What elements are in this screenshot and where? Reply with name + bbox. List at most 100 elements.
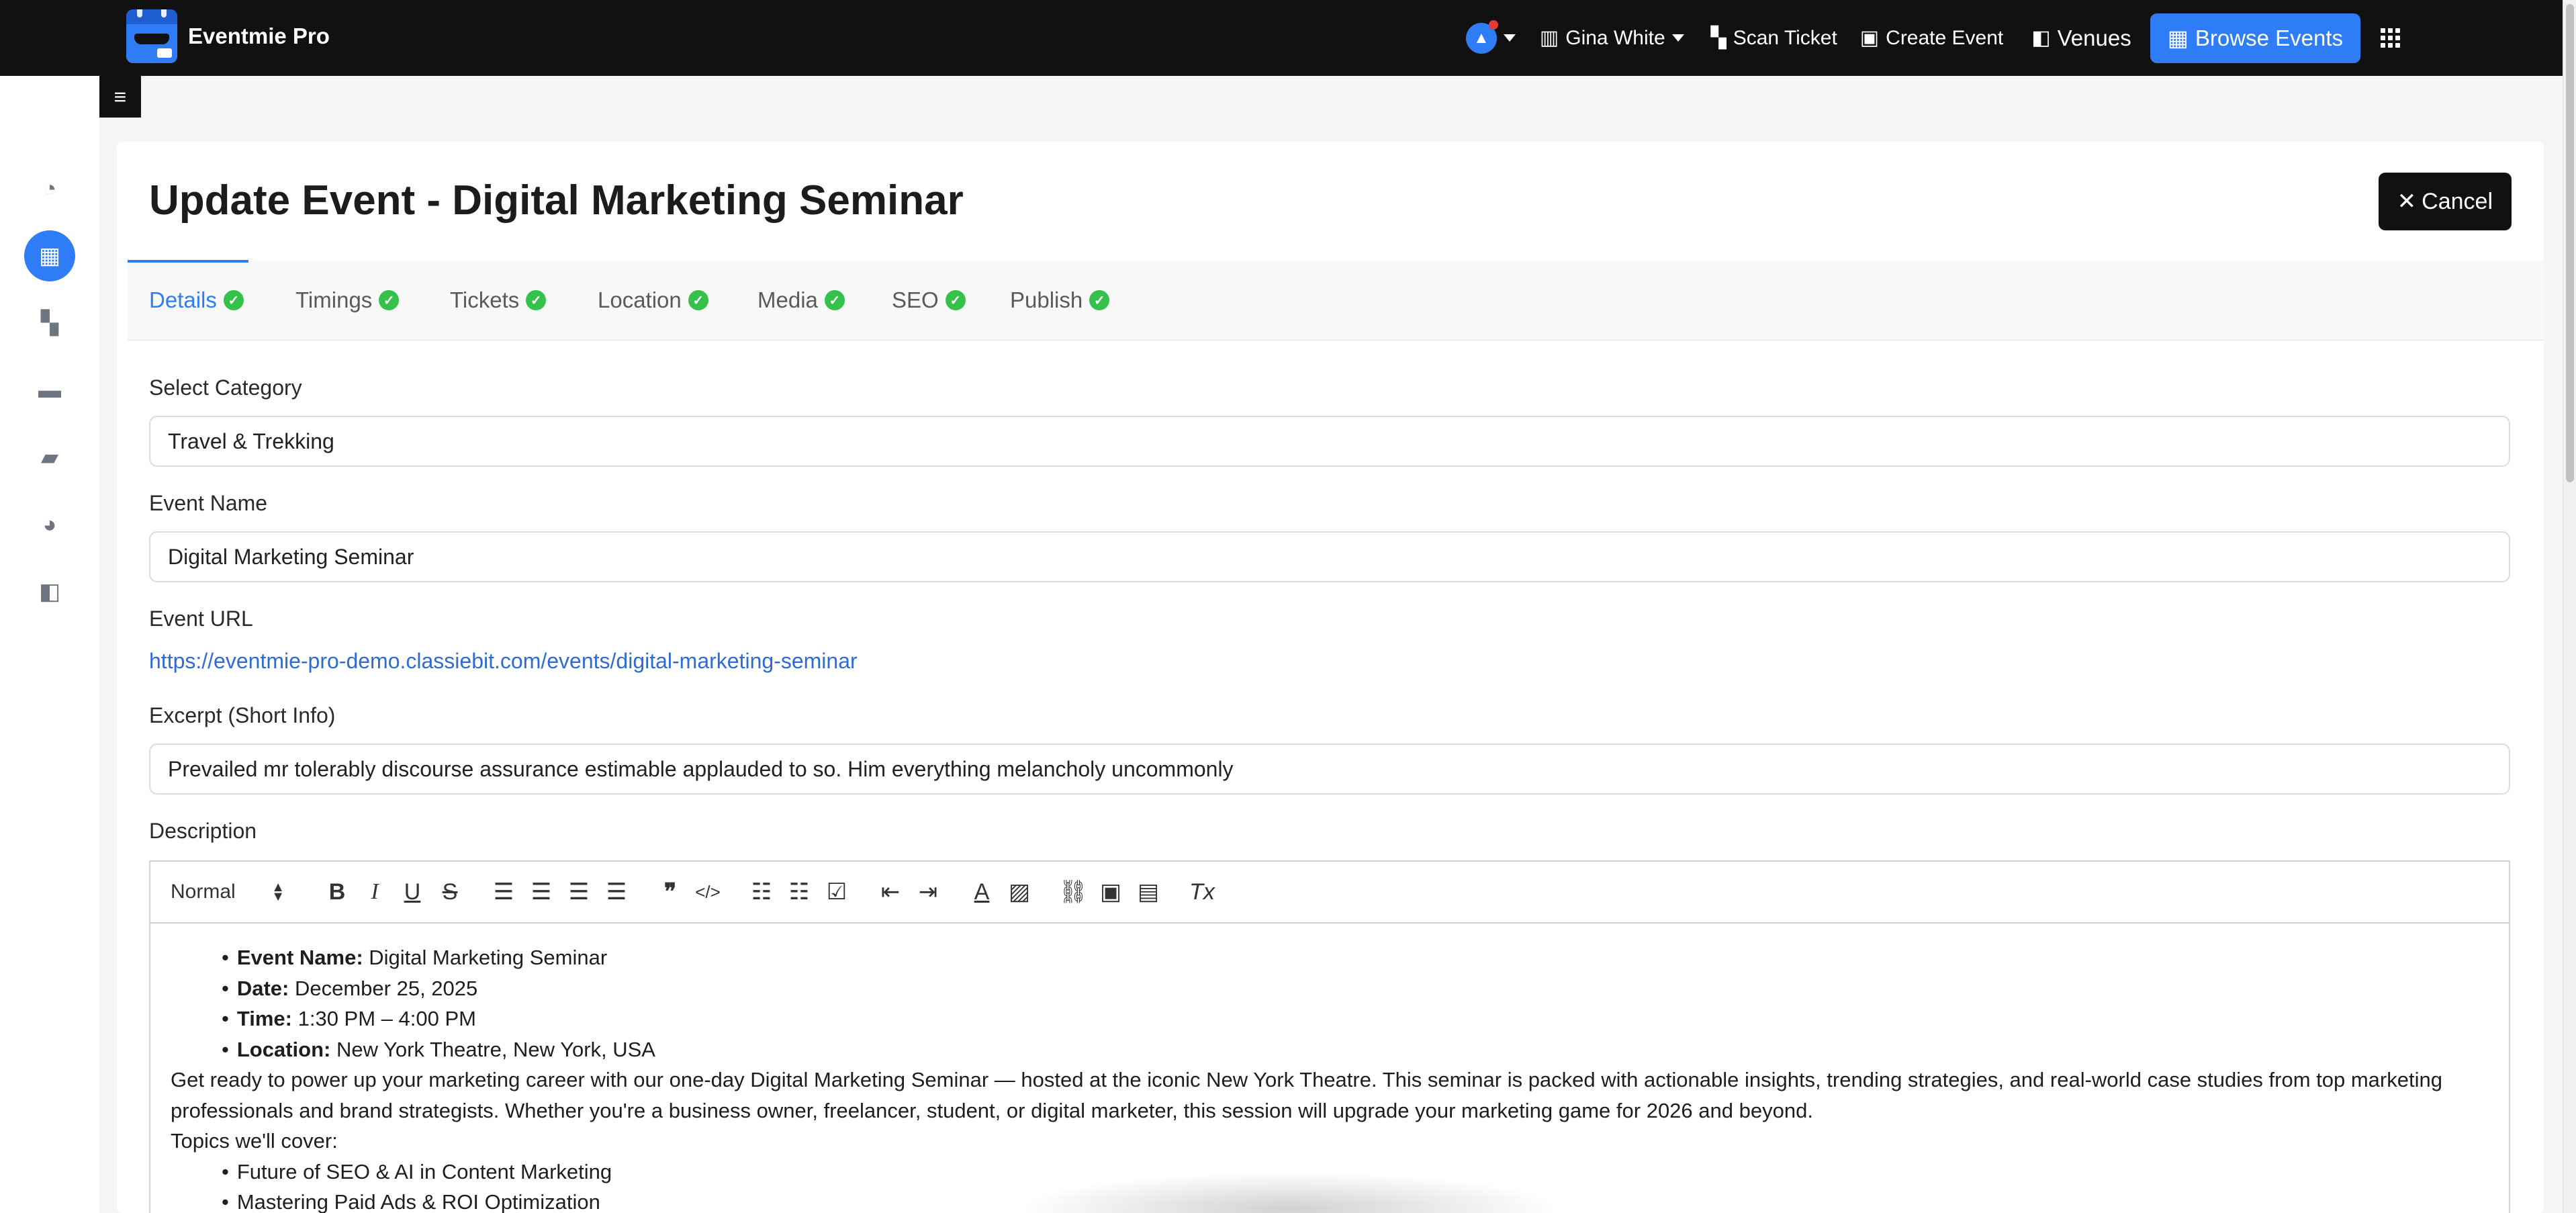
browse-events-label: Browse Events	[2195, 25, 2343, 50]
description-editor: Normal ▲ ▼ B I U S ☰ ☰ ☰ ☰ ❞ </> ☷ ☷ ☑ ⇤ …	[149, 860, 2510, 1213]
brand[interactable]: Eventmie Pro	[126, 9, 330, 63]
underline-icon[interactable]: U	[394, 879, 431, 905]
bell-icon[interactable]: ▲	[1465, 19, 1498, 54]
notifications-dropdown[interactable]: ▲	[1465, 19, 1516, 54]
check-circle-icon: ✓	[688, 290, 708, 310]
cancel-button[interactable]: ✕ Cancel	[2378, 173, 2512, 230]
link-icon[interactable]: ⛓	[1054, 879, 1092, 905]
tab-location[interactable]: Location ✓	[598, 280, 708, 320]
detail-key: Location:	[236, 1037, 331, 1061]
tab-seo[interactable]: SEO ✓	[892, 280, 966, 320]
scroll-thumb[interactable]	[2566, 4, 2574, 482]
description-label: Description	[149, 819, 257, 843]
top-navbar: Eventmie Pro ▲ ▥ Gina White ▚ Scan Ticke…	[0, 0, 2563, 76]
tab-timings[interactable]: Timings ✓	[295, 280, 400, 320]
editor-toolbar: Normal ▲ ▼ B I U S ☰ ☰ ☰ ☰ ❞ </> ☷ ☷ ☑ ⇤ …	[150, 862, 2509, 924]
bullet-list-icon[interactable]: ☷	[780, 879, 818, 905]
description-paragraph: Get ready to power up your marketing car…	[171, 1068, 2442, 1122]
qr-scan-icon[interactable]: ▚	[24, 298, 75, 349]
brand-logo-icon	[126, 9, 177, 63]
clear-format-icon[interactable]: Tx	[1183, 879, 1221, 905]
tab-label: Location	[598, 287, 682, 312]
bold-icon[interactable]: B	[318, 879, 356, 905]
venues-link[interactable]: ◧ Venues	[2031, 26, 2131, 51]
building-icon: ▥	[1539, 27, 1559, 49]
calendar-plus-icon: ▣	[1859, 27, 1880, 49]
brand-name[interactable]: Eventmie Pro	[188, 24, 330, 49]
indent-icon[interactable]: ⇥	[909, 879, 947, 905]
list-item: Date: December 25, 2025	[171, 973, 2489, 1004]
page-scrollbar[interactable]	[2563, 0, 2576, 1213]
check-circle-icon: ✓	[526, 290, 547, 310]
align-center-icon[interactable]: ☰	[522, 879, 560, 905]
text-color-icon[interactable]: A	[963, 879, 1001, 905]
update-event-card: Update Event - Digital Marketing Seminar…	[117, 142, 2544, 1213]
tab-label: Media	[757, 287, 818, 312]
create-event-label: Create Event	[1886, 26, 2004, 49]
blockquote-icon[interactable]: ❞	[651, 879, 689, 905]
user-menu[interactable]: ▥ Gina White	[1540, 26, 1684, 50]
check-circle-icon: ✓	[223, 290, 244, 310]
image-icon[interactable]: ▣	[1092, 879, 1130, 905]
floating-panel-shadow	[994, 1169, 1585, 1213]
align-right-icon[interactable]: ☰	[560, 879, 598, 905]
scan-ticket-label: Scan Ticket	[1733, 26, 1837, 49]
outdent-icon[interactable]: ⇤	[872, 879, 909, 905]
create-event-link[interactable]: ▣ Create Event	[1860, 26, 2003, 50]
event-name-label: Event Name	[149, 491, 268, 515]
list-item: Location: New York Theatre, New York, US…	[171, 1034, 2489, 1065]
video-icon[interactable]: ▤	[1130, 879, 1167, 905]
detail-value: Digital Marketing Seminar	[363, 946, 608, 969]
wallet-icon[interactable]: ▰	[24, 432, 75, 483]
map-icon: ◧	[2031, 27, 2051, 49]
category-label: Select Category	[149, 375, 302, 400]
event-url-label: Event URL	[149, 606, 253, 631]
active-tab-indicator	[128, 260, 248, 263]
event-name-input[interactable]: Digital Marketing Seminar	[149, 531, 2510, 582]
code-block-icon[interactable]: </>	[689, 882, 727, 903]
dashboard-icon[interactable]: ◔	[24, 163, 75, 214]
event-url-link[interactable]: https://eventmie-pro-demo.classiebit.com…	[149, 649, 858, 674]
ticket-icon[interactable]: ▬	[24, 365, 75, 416]
detail-value: New York Theatre, New York, USA	[330, 1037, 655, 1061]
format-select-value: Normal	[171, 881, 236, 903]
tab-details[interactable]: Details ✓	[149, 280, 244, 320]
chevron-down-icon	[1671, 34, 1684, 42]
ordered-list-icon[interactable]: ☷	[743, 879, 780, 905]
format-select[interactable]: Normal ▲ ▼	[171, 881, 285, 903]
tab-media[interactable]: Media ✓	[757, 280, 845, 320]
browse-events-button[interactable]: ▦ Browse Events	[2150, 13, 2360, 63]
topics-heading: Topics we'll cover:	[171, 1129, 338, 1153]
tab-label: Details	[149, 287, 217, 312]
tab-label: SEO	[892, 287, 939, 312]
tab-tickets[interactable]: Tickets ✓	[450, 280, 547, 320]
italic-icon[interactable]: I	[356, 879, 394, 905]
excerpt-input[interactable]: Prevailed mr tolerably discourse assuran…	[149, 744, 2510, 795]
calendar-icon[interactable]: ▦	[24, 230, 75, 281]
category-select[interactable]: Travel & Trekking	[149, 416, 2510, 467]
hamburger-menu-icon[interactable]: ≡	[99, 76, 141, 118]
check-circle-icon: ✓	[945, 290, 966, 310]
tab-label: Publish	[1010, 287, 1083, 312]
scan-ticket-link[interactable]: ▚ Scan Ticket	[1711, 26, 1837, 50]
align-left-icon[interactable]: ☰	[485, 879, 522, 905]
notification-dot	[1488, 19, 1498, 30]
tab-publish[interactable]: Publish ✓	[1010, 280, 1110, 320]
page-title: Update Event - Digital Marketing Seminar	[149, 177, 964, 224]
strikethrough-icon[interactable]: S	[431, 879, 469, 905]
form-tabs: Details ✓ Timings ✓ Tickets ✓ Location ✓ Med…	[128, 261, 2544, 341]
align-justify-icon[interactable]: ☰	[598, 879, 635, 905]
detail-key: Time:	[236, 1007, 292, 1030]
apps-grid-icon[interactable]	[2381, 28, 2400, 48]
list-item: Event Name: Digital Marketing Seminar	[171, 942, 2489, 973]
venues-map-icon[interactable]: ◧	[24, 566, 75, 617]
venues-label: Venues	[2057, 25, 2131, 50]
users-icon[interactable]: ◕	[24, 499, 75, 550]
detail-value: December 25, 2025	[289, 976, 478, 1000]
background-color-icon[interactable]: ▨	[1001, 879, 1038, 905]
detail-value: 1:30 PM – 4:00 PM	[291, 1007, 476, 1030]
tab-label: Timings	[295, 287, 373, 312]
checklist-icon[interactable]: ☑	[818, 879, 856, 905]
sidebar: ◔ ▦ ▚ ▬ ▰ ◕ ◧	[0, 76, 99, 1213]
detail-key: Event Name:	[236, 946, 363, 969]
